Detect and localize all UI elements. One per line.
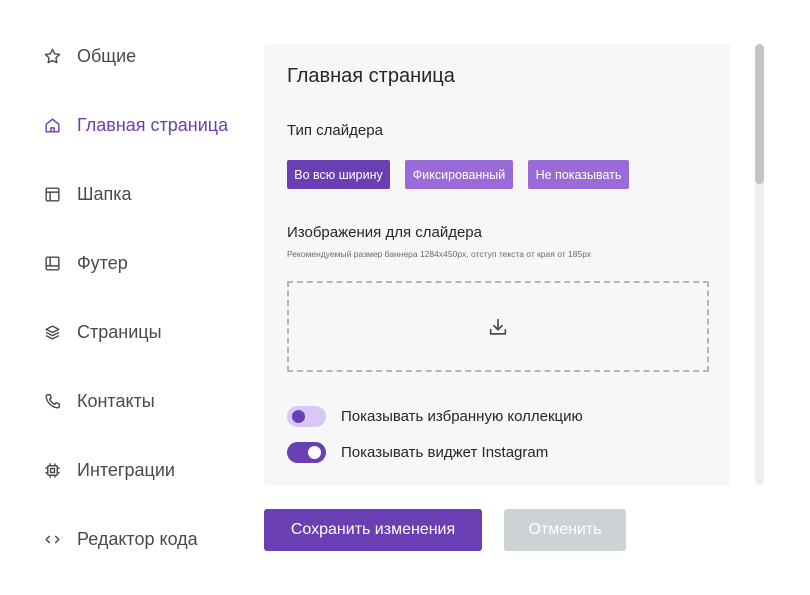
slider-type-hidden-button[interactable]: Не показывать	[528, 160, 629, 189]
sidebar-item-contacts[interactable]: Контакты	[43, 387, 155, 415]
sidebar-item-label: Футер	[77, 252, 128, 273]
slider-type-fixed-button[interactable]: Фиксированный	[405, 160, 513, 189]
panel-scrollbar[interactable]	[755, 44, 764, 485]
settings-sidebar: Общие Главная страница Шапка Футер Стран…	[0, 0, 255, 595]
sidebar-item-home-page[interactable]: Главная страница	[43, 111, 228, 139]
toggle-knob	[308, 446, 321, 459]
sidebar-item-footer[interactable]: Футер	[43, 249, 128, 277]
sidebar-item-label: Главная страница	[77, 114, 229, 135]
sidebar-item-pages[interactable]: Страницы	[43, 318, 162, 346]
cancel-button[interactable]: Отменить	[504, 509, 626, 551]
featured-collection-toggle[interactable]	[287, 406, 326, 427]
scrollbar-thumb[interactable]	[755, 44, 764, 184]
page-title: Главная страница	[287, 65, 455, 87]
instagram-widget-toggle-row: Показывать виджет Instagram	[287, 442, 548, 463]
slider-type-full-width-button[interactable]: Во всю ширину	[287, 160, 390, 189]
banner-size-hint: Рекомендуемый размер баннера 1284x450px,…	[287, 249, 592, 259]
sidebar-item-label: Контакты	[77, 390, 155, 411]
toggle-knob	[292, 410, 305, 423]
instagram-widget-label: Показывать виджет Instagram	[341, 444, 549, 461]
sidebar-item-integrations[interactable]: Интеграции	[43, 456, 175, 484]
sidebar-item-label: Шапка	[77, 183, 132, 204]
phone-icon	[45, 393, 60, 409]
save-changes-button[interactable]: Сохранить изменения	[264, 509, 482, 551]
image-upload-dropzone[interactable]	[287, 281, 709, 372]
home-page-settings-panel: Главная страница Тип слайдера Во всю шир…	[264, 44, 730, 485]
sidebar-item-header[interactable]: Шапка	[43, 180, 132, 208]
footer-layout-icon	[45, 255, 60, 271]
sidebar-item-label: Интеграции	[77, 459, 175, 480]
header-layout-icon	[45, 186, 60, 202]
sidebar-item-label: Общие	[77, 45, 137, 66]
slider-type-label: Тип слайдера	[287, 122, 383, 139]
slider-images-label: Изображения для слайдера	[287, 224, 482, 241]
layers-icon	[45, 324, 60, 340]
sidebar-item-label: Редактор кода	[77, 528, 198, 549]
code-icon	[45, 535, 60, 543]
featured-collection-label: Показывать избранную коллекцию	[341, 408, 583, 425]
download-tray-icon	[489, 318, 507, 335]
chip-icon	[45, 462, 60, 478]
instagram-widget-toggle[interactable]	[287, 442, 326, 463]
home-icon	[45, 117, 60, 133]
featured-collection-toggle-row: Показывать избранную коллекцию	[287, 406, 583, 427]
sidebar-item-general[interactable]: Общие	[43, 42, 136, 70]
sidebar-item-label: Страницы	[77, 321, 162, 342]
star-icon	[44, 48, 61, 63]
sidebar-item-code-editor[interactable]: Редактор кода	[43, 525, 198, 553]
